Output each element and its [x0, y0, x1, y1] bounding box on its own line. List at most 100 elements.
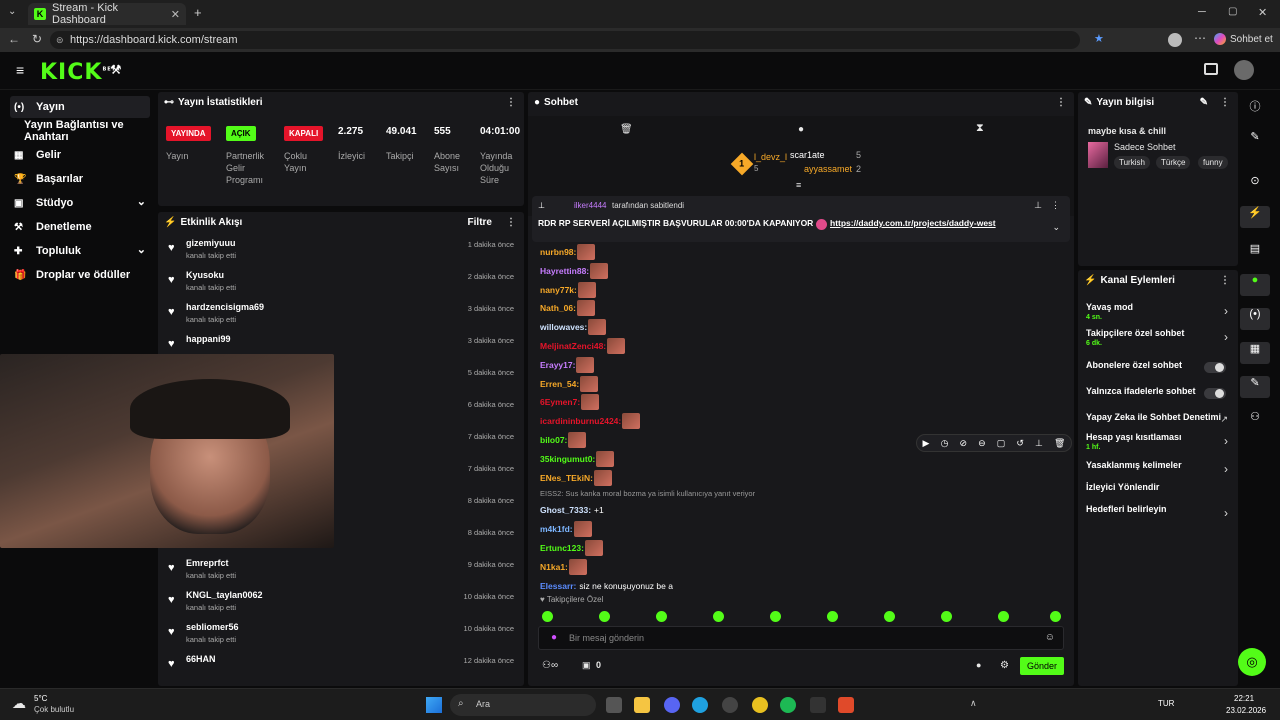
clock-date[interactable]: 23.02.2026 [1226, 706, 1266, 715]
emote-icon[interactable] [656, 611, 667, 622]
emote-icon[interactable] [770, 611, 781, 622]
taskbar-search[interactable]: ⌕ Ara [450, 694, 596, 716]
chat-username[interactable]: icardininburnu2424: [540, 412, 621, 430]
follower-name[interactable]: sebliomer56 [186, 622, 239, 632]
leader-name[interactable]: scar1ate [790, 150, 825, 160]
support-icon[interactable]: ◎ [1238, 648, 1266, 676]
more-icon[interactable]: ⋮ [506, 212, 516, 234]
follower-name[interactable]: happani99 [186, 334, 231, 344]
chat-message[interactable]: nurbn98: [540, 243, 598, 261]
list-item[interactable]: ♥ hardzencisigma69 kanalı takip etti 3 daki… [158, 300, 524, 332]
list-item[interactable]: ♥ KNGL_taylan0062 kanalı takip etti 10 daki… [158, 588, 524, 620]
more-icon[interactable]: ⋮ [506, 92, 516, 114]
edit-icon[interactable]: ✎ [1200, 92, 1208, 114]
chat-username[interactable]: Ertunc123: [540, 539, 584, 557]
points-icon[interactable]: ▣ [582, 660, 591, 671]
chat-message[interactable]: Nath_06: [540, 299, 598, 317]
dashboard-rail-icon[interactable]: ▦ [1240, 342, 1270, 364]
info-icon[interactable]: ⓘ [1240, 98, 1270, 120]
chat-username[interactable]: Erayy17: [540, 356, 575, 374]
channel-action[interactable]: Yalnızca ifadelerle sohbet [1078, 384, 1238, 408]
favorite-icon[interactable]: ★ [1094, 32, 1104, 45]
chat-username[interactable]: Hayrettin88: [540, 262, 589, 280]
spotify-icon[interactable] [780, 697, 796, 713]
close-tab-icon[interactable]: ✕ [171, 8, 180, 21]
sidebar-item-yayin[interactable]: (•) Yayın [10, 96, 150, 118]
chat-message[interactable]: willowaves: [540, 318, 609, 336]
edge-icon[interactable] [692, 697, 708, 713]
chat-message[interactable]: m4k1fd: [540, 520, 595, 538]
lightning-rail-icon[interactable]: ⚡ [1240, 206, 1270, 228]
channel-action[interactable]: Yasaklanmış kelimeler › [1078, 458, 1238, 482]
send-button[interactable]: Gönder [1020, 657, 1064, 675]
play-icon[interactable]: ▶ [923, 438, 930, 449]
tag[interactable]: funny [1198, 156, 1228, 169]
chat-message[interactable]: 6Eymen7: [540, 393, 602, 411]
list-item[interactable]: ♥ gizemiyuuu kanalı takip etti 1 dakika önc… [158, 236, 524, 268]
profile-avatar[interactable] [1168, 33, 1182, 47]
unpin-icon[interactable]: ⊥ [1034, 200, 1042, 211]
sidebar-item-gelir[interactable]: ▦ Gelir [10, 144, 150, 166]
sidebar-item-studyo[interactable]: ▣ Stüdyo ⌄ [10, 192, 150, 214]
chat-message[interactable]: nany77k: [540, 281, 599, 299]
list-item[interactable]: ♥ 66HAN 12 dakika önce [158, 652, 524, 684]
pin-author[interactable]: ilker4444 [574, 201, 606, 210]
more-menu-icon[interactable]: ⋯ [1194, 31, 1206, 45]
minimize-icon[interactable]: ─ [1198, 6, 1206, 18]
follower-name[interactable]: 66HAN [186, 654, 216, 664]
ban-icon[interactable]: ⊖ [978, 438, 986, 449]
more-icon[interactable]: ⋮ [1056, 92, 1066, 114]
wrench-icon[interactable]: ✎ [1240, 376, 1270, 398]
tag[interactable]: Turkish [1114, 156, 1150, 169]
follower-name[interactable]: Emreprfct [186, 558, 229, 568]
tab-list-icon[interactable]: ⌄ [8, 6, 16, 17]
emote-icon[interactable] [599, 611, 610, 622]
clock-time[interactable]: 22:21 [1234, 694, 1254, 703]
discord-icon[interactable] [664, 697, 680, 713]
windows-start-icon[interactable] [426, 697, 442, 713]
clock-icon[interactable]: ◷ [941, 438, 949, 449]
channel-action[interactable]: Yavaş mod 4 sn. › [1078, 300, 1238, 324]
emote-icon[interactable] [941, 611, 952, 622]
chat-message[interactable]: icardininburnu2424: [540, 412, 643, 430]
chat-username[interactable]: Nath_06: [540, 299, 576, 317]
pin-link[interactable]: https://daddy.com.tr/projects/daddy-west [830, 218, 996, 228]
channel-action[interactable]: İzleyici Yönlendir [1078, 480, 1238, 504]
epic-games-icon[interactable] [810, 697, 826, 713]
sidebar-item-denetleme[interactable]: ⚒ Denetleme [10, 216, 150, 238]
chat-message[interactable]: Ghost_7333: +1 [540, 501, 604, 519]
kick-logo[interactable]: KICKBETA [40, 60, 121, 85]
chat-bubble-icon[interactable]: ● [798, 124, 804, 135]
chat-username[interactable]: nany77k: [540, 281, 577, 299]
hammer-icon[interactable]: ⚒ [110, 62, 122, 78]
chrome-icon[interactable] [752, 697, 768, 713]
chat-message[interactable]: Erren_54: [540, 375, 601, 393]
copilot-button[interactable]: Sohbet et [1214, 31, 1276, 49]
chat-username[interactable]: Elessarr: [540, 577, 576, 595]
emote-icon[interactable] [998, 611, 1009, 622]
language-indicator[interactable]: TUR [1158, 699, 1174, 708]
sidebar-item-topluluk[interactable]: ✚ Topluluk ⌄ [10, 240, 150, 262]
sidebar-item-droplar[interactable]: 🎁 Droplar ve ödüller [10, 264, 150, 286]
hourglass-icon[interactable]: ⧗ [976, 122, 984, 135]
chat-message[interactable]: ENes_TEkiN: [540, 469, 615, 487]
channel-action[interactable]: Hesap yaşı kısıtlaması 1 hf. › [1078, 430, 1238, 454]
chat-message[interactable]: MeljinatZenci48: [540, 337, 628, 355]
pin-more-icon[interactable]: ⋮ [1051, 200, 1060, 211]
chat-username[interactable]: willowaves: [540, 318, 587, 336]
hamburger-menu-icon[interactable]: ≡ [16, 62, 24, 78]
refresh-icon[interactable]: ↻ [32, 32, 42, 46]
document-icon[interactable]: ▤ [1240, 242, 1270, 264]
chat-message[interactable]: Erayy17: [540, 356, 597, 374]
close-app-icon[interactable] [838, 697, 854, 713]
tag[interactable]: Türkçe [1156, 156, 1191, 169]
delete-icon[interactable]: 🗑 [1054, 438, 1065, 449]
slash-icon[interactable]: ⊘ [960, 438, 968, 449]
emote-icon[interactable] [713, 611, 724, 622]
weather-icon[interactable]: ☁ [12, 695, 26, 712]
channel-action[interactable]: Takipçilere özel sohbet 6 dk. › [1078, 326, 1238, 350]
chat-username[interactable]: 35kingumut0: [540, 450, 595, 468]
chat-username[interactable]: m4k1fd: [540, 520, 573, 538]
leader-name[interactable]: ayyassamet [804, 164, 852, 174]
chat-username[interactable]: Ghost_7333: [540, 501, 591, 519]
